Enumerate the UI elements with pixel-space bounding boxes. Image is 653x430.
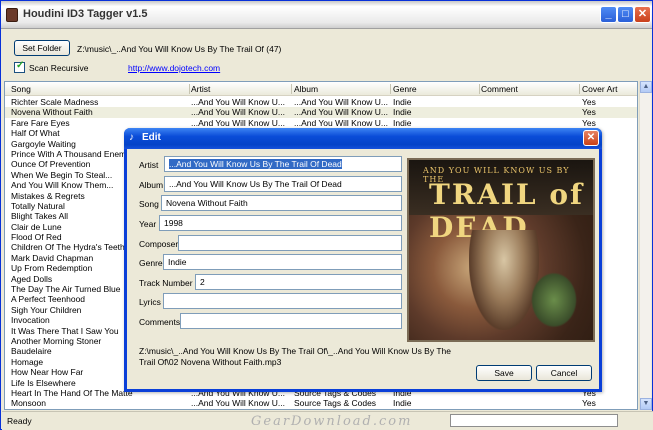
minimize-button[interactable]: _ xyxy=(600,6,617,23)
table-cell: Yes xyxy=(582,97,596,107)
column-header-comment[interactable]: Comment xyxy=(481,84,579,94)
table-cell: Indie xyxy=(393,398,412,409)
table-row[interactable]: Fare Fare Eyes ...And You Will Know U....… xyxy=(5,117,637,128)
composer-label: Composer xyxy=(139,239,179,249)
table-cell: Yes xyxy=(582,398,596,409)
website-link[interactable]: http://www.dojotech.com xyxy=(128,63,220,73)
column-divider[interactable] xyxy=(390,84,391,94)
cover-art-figure xyxy=(529,270,579,330)
table-cell: Novena Without Faith xyxy=(11,107,93,118)
app-icon xyxy=(6,8,18,22)
artist-value: ...And You Will Know Us By The Trail Of … xyxy=(169,159,342,169)
genre-field[interactable]: Indie xyxy=(163,254,402,270)
table-cell: Indie xyxy=(393,107,412,118)
folder-path-label: Z:\music\_..And You Will Know Us By The … xyxy=(77,44,282,54)
close-button[interactable]: ✕ xyxy=(634,6,651,23)
cancel-button[interactable]: Cancel xyxy=(536,365,592,381)
song-label: Song xyxy=(139,199,159,209)
table-cell: ...And You Will Know U... xyxy=(294,97,389,107)
table-cell: Monsoon xyxy=(11,398,46,409)
progress-bar xyxy=(450,414,618,427)
table-cell: ...And You Will Know U... xyxy=(191,117,286,128)
table-cell: Fare Fare Eyes xyxy=(11,117,70,128)
lyrics-field[interactable] xyxy=(163,293,402,309)
table-cell: ...And You Will Know U... xyxy=(191,107,286,118)
scroll-down-icon[interactable]: ▼ xyxy=(640,398,652,410)
comments-label: Comments xyxy=(139,317,181,327)
table-cell: Yes xyxy=(582,117,596,128)
column-divider[interactable] xyxy=(189,84,190,94)
comments-field[interactable] xyxy=(180,313,402,329)
table-row[interactable]: Novena Without Faith ...And You Will Know… xyxy=(5,107,637,118)
column-divider[interactable] xyxy=(579,84,580,94)
artist-field[interactable]: ...And You Will Know Us By The Trail Of … xyxy=(164,156,402,172)
window-title: Houdini ID3 Tagger v1.5 xyxy=(23,8,148,20)
column-divider[interactable] xyxy=(291,84,292,94)
column-header-album[interactable]: Album xyxy=(294,84,390,94)
maximize-button[interactable]: □ xyxy=(617,6,634,23)
genre-label: Genre xyxy=(139,258,163,268)
status-text: Ready xyxy=(7,416,32,426)
table-cell: Source Tags & Codes xyxy=(294,398,377,409)
lyrics-label: Lyrics xyxy=(139,297,161,307)
table-cell: Indie xyxy=(393,97,412,107)
dialog-title: Edit xyxy=(142,132,161,143)
file-path-label: Z:\music\_..And You Will Know Us By The … xyxy=(139,346,451,367)
track-number-label: Track Number xyxy=(139,278,193,288)
vertical-scrollbar[interactable]: ▲ ▼ xyxy=(639,81,652,410)
scan-recursive-checkbox[interactable] xyxy=(14,60,25,73)
song-field[interactable]: Novena Without Faith xyxy=(161,195,402,211)
table-cell: ...And You Will Know U... xyxy=(191,97,286,107)
scroll-up-icon[interactable]: ▲ xyxy=(640,81,652,93)
year-field[interactable]: 1998 xyxy=(159,215,402,231)
table-row[interactable]: Monsoon ...And You Will Know U... Source T… xyxy=(5,398,637,409)
composer-field[interactable] xyxy=(178,235,402,251)
cover-art-image[interactable]: AND YOU WILL KNOW US BY THE TRAIL of DEA… xyxy=(407,158,595,342)
column-header-song[interactable]: Song xyxy=(11,84,189,94)
watermark: GearDownload.com xyxy=(251,414,413,429)
year-label: Year xyxy=(139,219,157,229)
artist-label: Artist xyxy=(139,160,159,170)
save-button[interactable]: Save xyxy=(476,365,532,381)
table-cell: ...And You Will Know U... xyxy=(294,117,389,128)
dialog-title-bar[interactable]: ♪ Edit ✕ xyxy=(124,128,602,149)
column-divider[interactable] xyxy=(479,84,480,94)
dialog-close-button[interactable]: ✕ xyxy=(583,130,599,146)
column-header-genre[interactable]: Genre xyxy=(393,84,479,94)
title-bar[interactable]: Houdini ID3 Tagger v1.5 _ □ ✕ xyxy=(1,1,652,29)
table-cell: ...And You Will Know U... xyxy=(191,398,286,409)
track-number-field[interactable]: 2 xyxy=(195,274,402,290)
list-header: Song Artist Album Genre Comment Cover Ar… xyxy=(5,82,637,96)
table-cell: Yes xyxy=(582,107,596,118)
music-note-icon: ♪ xyxy=(129,132,134,143)
table-cell: Richter Scale Madness xyxy=(11,97,99,107)
table-cell: Indie xyxy=(393,117,412,128)
scan-recursive-label[interactable]: Scan Recursive xyxy=(29,63,89,73)
set-folder-button[interactable]: Set Folder xyxy=(14,40,70,56)
column-header-cover-art[interactable]: Cover Art xyxy=(582,84,637,94)
album-field[interactable]: ...And You Will Know Us By The Trail Of … xyxy=(164,176,402,192)
table-row[interactable]: Richter Scale Madness ...And You Will Kno… xyxy=(5,97,637,107)
column-header-artist[interactable]: Artist xyxy=(191,84,291,94)
album-label: Album xyxy=(139,180,164,190)
table-cell: ...And You Will Know U... xyxy=(294,107,389,118)
edit-dialog: ♪ Edit ✕ Artist ...And You Will Know Us … xyxy=(124,128,602,392)
